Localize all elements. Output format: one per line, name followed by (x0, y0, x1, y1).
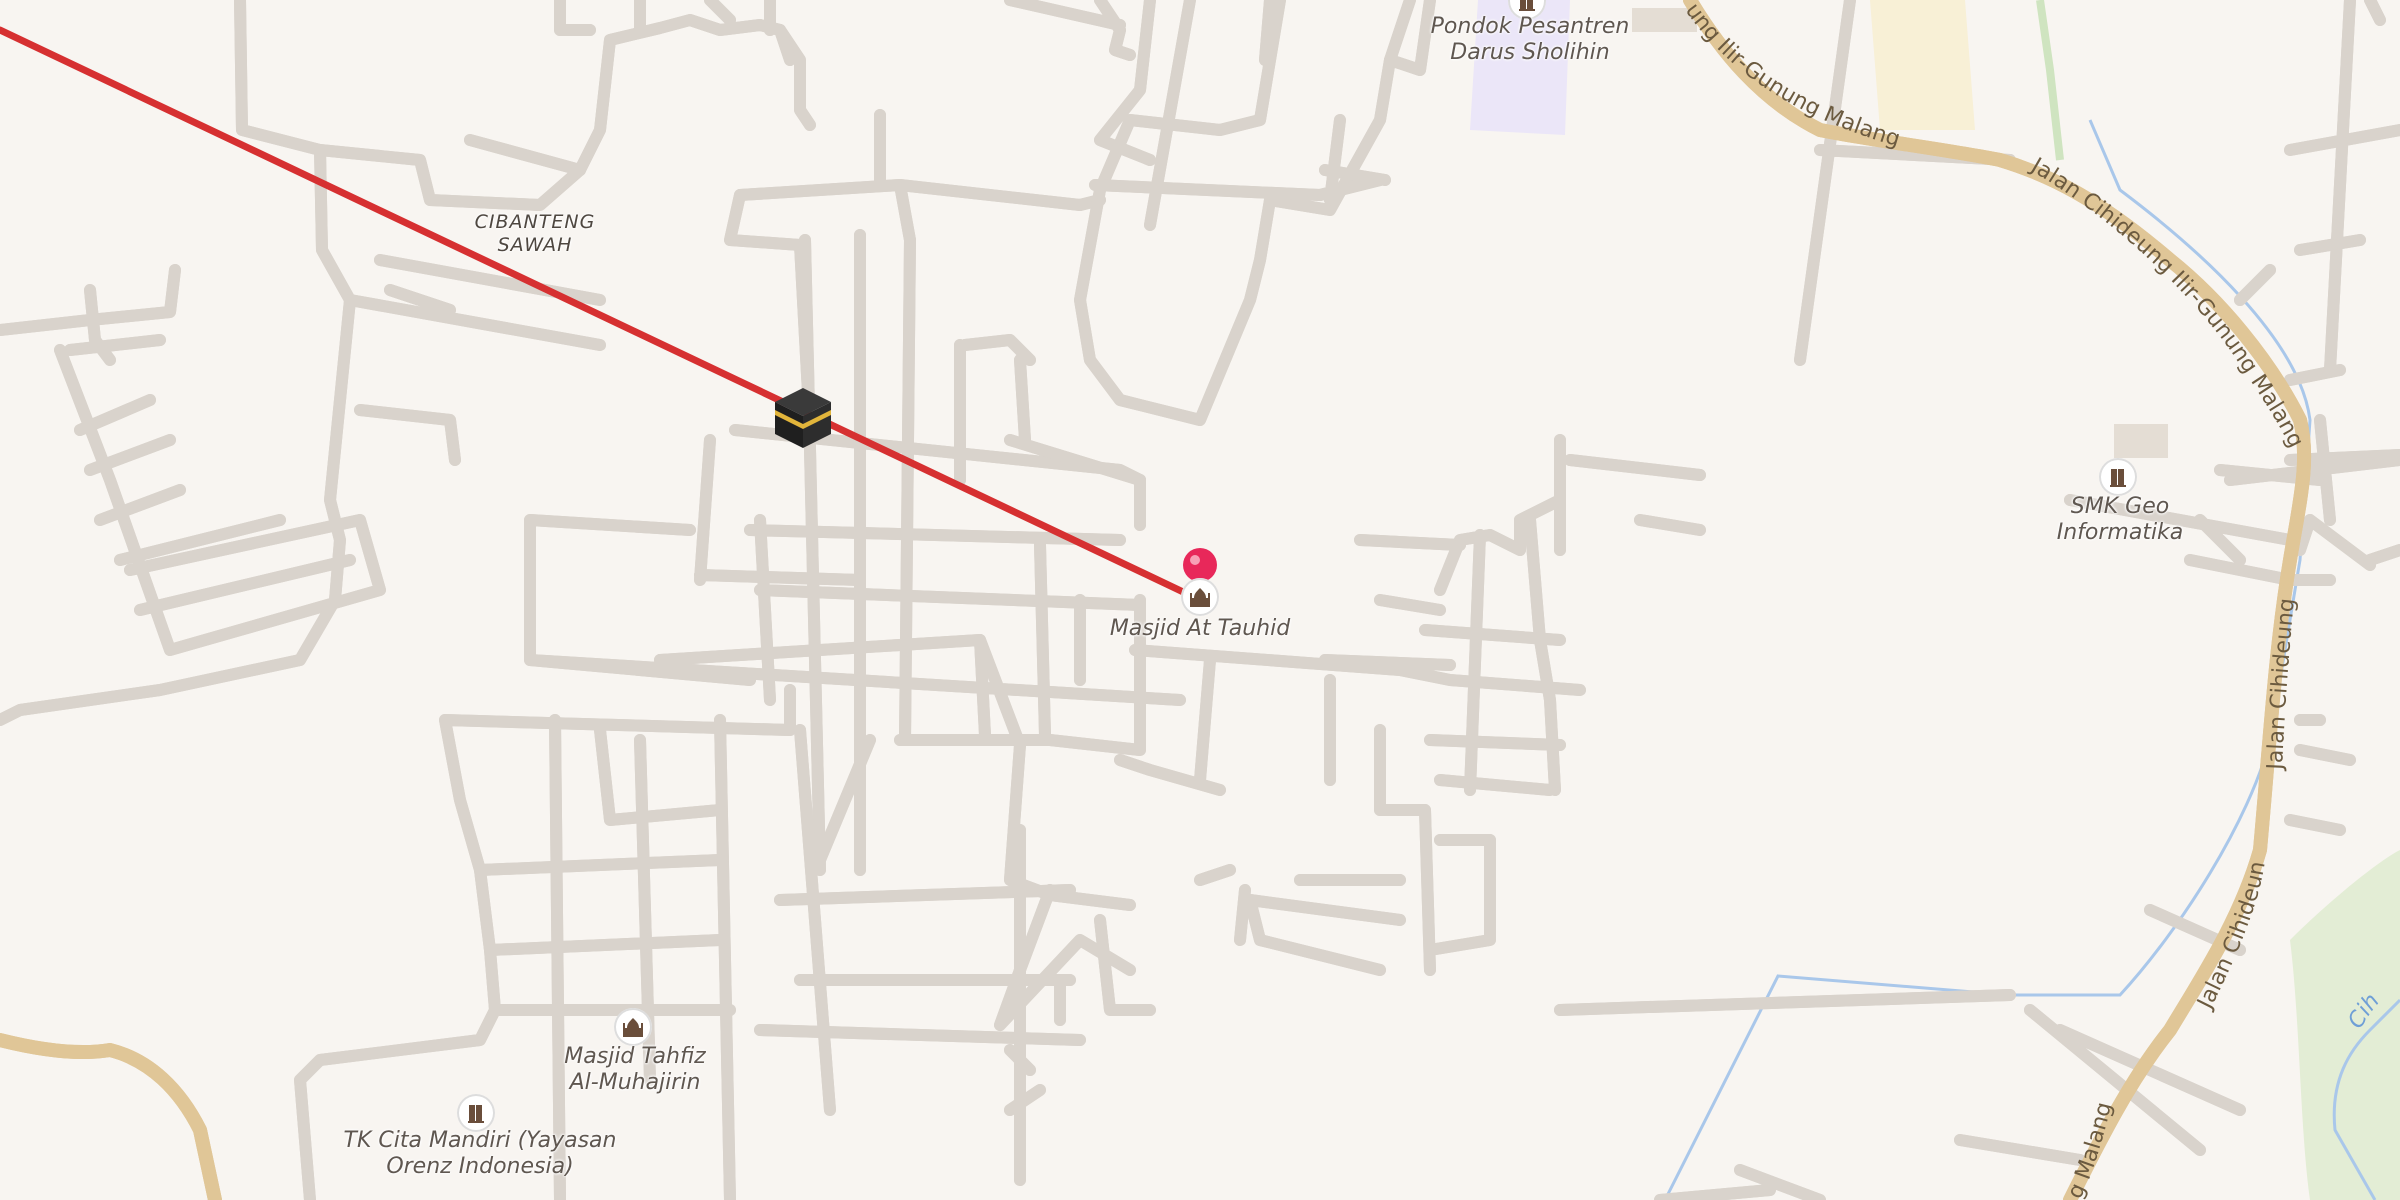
poi-label-tk-cita-mandiri[interactable]: TK Cita Mandiri (Yayasan Orenz Indonesia… (320, 1128, 640, 1181)
poi-label-line: TK Cita Mandiri (Yayasan (343, 1128, 617, 1153)
poi-label-masjid-tahfiz[interactable]: Masjid Tahfiz Al-Muhajirin (520, 1044, 750, 1097)
poi-label-smk-geo[interactable]: SMK Geo Informatika (2030, 494, 2210, 547)
school-icon[interactable] (457, 1094, 495, 1132)
street-label-top: ung Ilir-Gunung Malang (1680, 0, 1903, 152)
street-label-bottom: g Malang (2063, 1100, 2117, 1200)
poi-label-line: Orenz Indonesia) (386, 1154, 574, 1180)
poi-label-line: SMK Geo (2070, 494, 2170, 519)
poi-label-line: Darus Sholihin (1450, 40, 1610, 66)
landuse-yellow (1870, 0, 1975, 130)
green-strip (2036, 0, 2064, 161)
place-label-cibanteng-sawah: CIBANTENG SAWAH (470, 211, 600, 257)
mosque-icon[interactable] (614, 1008, 652, 1046)
poi-label-masjid-at-tauhid[interactable]: Masjid At Tauhid (1090, 616, 1310, 642)
place-label-line: SAWAH (497, 233, 573, 256)
poi-label-line: Al-Muhajirin (569, 1070, 701, 1096)
street-label-upper: Jalan Cihideung Ilir-Gunung Malang (2025, 153, 2308, 452)
mosque-icon[interactable] (1181, 578, 1219, 616)
poi-label-line: Pondok Pesantren (1430, 14, 1630, 39)
poi-label-line: Informatika (2056, 520, 2184, 546)
school-icon[interactable] (2099, 458, 2137, 496)
place-label-line: CIBANTENG (474, 211, 596, 233)
poi-label-line: Masjid Tahfiz (564, 1044, 706, 1069)
building (2114, 424, 2168, 458)
poi-label-pondok-pesantren[interactable]: Pondok Pesantren Darus Sholihin (1400, 14, 1660, 67)
